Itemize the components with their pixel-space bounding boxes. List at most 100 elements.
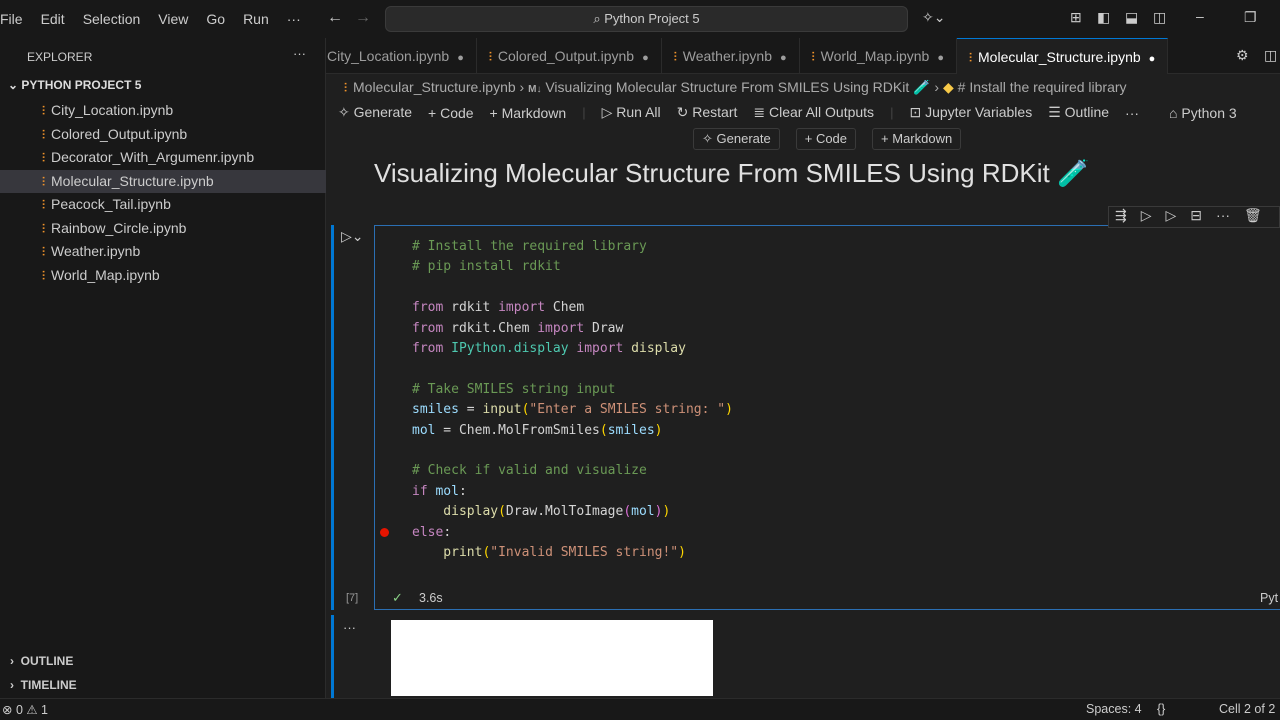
insert-markdown-button[interactable]: + Markdown (872, 128, 962, 150)
unsaved-dot-icon[interactable]: ● (642, 52, 649, 64)
menu-bar: File Edit Selection View Go Run ··· (0, 11, 310, 27)
markdown-heading[interactable]: Visualizing Molecular Structure From SMI… (374, 158, 1089, 189)
breadcrumb-cell[interactable]: # Install the required library (958, 79, 1127, 95)
menu-selection[interactable]: Selection (74, 11, 150, 27)
cell-language[interactable]: Pyt (1260, 591, 1278, 605)
code-token: from (412, 300, 444, 316)
menu-run[interactable]: Run (234, 11, 278, 27)
run-all-label: Run All (616, 104, 661, 120)
settings-gear-icon[interactable]: ⚙ (1236, 47, 1249, 64)
notebook-icon: ⫶ (673, 50, 677, 64)
indentation-indicator[interactable]: Spaces: 4 (1086, 702, 1142, 716)
split-editor-icon[interactable]: ◫ (1264, 47, 1277, 64)
file-name: World_Map.ipynb (51, 266, 160, 283)
tab-colored_output[interactable]: ⫶ Colored_Output.ipynb ● (477, 38, 662, 74)
timeline-section[interactable]: › TIMELINE (10, 678, 77, 692)
project-folder[interactable]: ⌄ PYTHON PROJECT 5 (8, 78, 141, 92)
file-item[interactable]: ⫶ Rainbow_Circle.ipynb (0, 217, 326, 240)
code-line: from rdkit import Chem (412, 298, 584, 318)
more-button[interactable]: ··· (1125, 105, 1139, 121)
add-markdown-button[interactable]: + Markdown (490, 105, 567, 121)
outline-section[interactable]: › OUTLINE (10, 654, 73, 668)
minimize-icon[interactable]: – (1196, 8, 1204, 24)
markdown-label: Markdown (501, 104, 567, 121)
forward-arrow-icon[interactable]: → (355, 9, 371, 27)
copilot-icon[interactable]: ✧⌄ (922, 9, 945, 26)
file-item[interactable]: ⫶ Weather.ipynb (0, 240, 326, 263)
file-item[interactable]: ⫶ City_Location.ipynb (0, 99, 326, 122)
more-actions-icon[interactable]: ··· (293, 46, 306, 61)
breadcrumb-heading[interactable]: Visualizing Molecular Structure From SMI… (545, 79, 930, 95)
code-token: ) (678, 545, 686, 560)
run-icon: ▷ (601, 104, 617, 120)
language-status-icon[interactable]: {} (1157, 702, 1165, 716)
tab-molecular_structure[interactable]: ⫶ Molecular_Structure.ipynb ● (957, 38, 1169, 74)
insert-generate-button[interactable]: ✧ Generate (693, 128, 780, 150)
code-line: # Install the required library (412, 237, 647, 257)
customize-layout-icon[interactable]: ⊞ (1070, 9, 1082, 26)
file-item[interactable]: ⫶ Colored_Output.ipynb (0, 123, 326, 146)
clear-all-icon: ≣ (753, 104, 769, 120)
add-code-button[interactable]: + Code (428, 105, 474, 121)
file-item[interactable]: ⫶ Decorator_With_Argumenr.ipynb (0, 146, 326, 169)
command-search[interactable]: ⌕ Python Project 5 (385, 6, 908, 32)
run-above-icon[interactable]: ⇶ (1115, 207, 1127, 227)
menu-edit[interactable]: Edit (32, 11, 74, 27)
split-cell-icon[interactable]: ⊟ (1190, 207, 1202, 227)
unsaved-dot-icon[interactable]: ● (1149, 53, 1156, 65)
clear-outputs-button[interactable]: ≣ Clear All Outputs (753, 104, 874, 121)
toggle-secondary-sidebar-icon[interactable]: ◫ (1153, 9, 1166, 26)
code-token: smiles (607, 422, 655, 438)
code-token: ) (725, 402, 733, 418)
run-cell-icon[interactable]: ▷⌄ (341, 228, 364, 245)
tab-weather[interactable]: ⫶ Weather.ipynb ● (662, 38, 800, 74)
unsaved-dot-icon[interactable]: ● (457, 52, 464, 64)
toggle-sidebar-icon[interactable]: ◧ (1097, 9, 1110, 26)
output-more-icon[interactable]: ··· (343, 620, 356, 635)
file-item[interactable]: ⫶ Peacock_Tail.ipynb (0, 193, 326, 216)
code-token: import (576, 341, 624, 356)
tab-city_location[interactable]: City_Location.ipynb ● (326, 38, 477, 74)
cell-indicator[interactable]: Cell 2 of 2 (1219, 702, 1275, 716)
code-line: if mol: (412, 482, 467, 502)
unsaved-dot-icon[interactable]: ● (780, 52, 787, 64)
clear-label: Clear All Outputs (769, 104, 875, 120)
menu-go[interactable]: Go (197, 11, 234, 27)
run-below-icon[interactable]: ▷ (1141, 207, 1152, 227)
divider: | (582, 105, 586, 120)
back-arrow-icon[interactable]: ← (327, 9, 343, 27)
more-icon[interactable]: ··· (1216, 207, 1230, 227)
tab-world_map[interactable]: ⫶ World_Map.ipynb ● (800, 38, 957, 74)
success-check-icon: ✓ (392, 590, 403, 605)
code-token: display (412, 504, 499, 520)
jupyter-variables-button[interactable]: ⊡ Jupyter Variables (909, 104, 1032, 121)
code-token: # Install the required library (412, 239, 647, 254)
code-token: ( (599, 422, 608, 438)
notebook-icon: ⫶ (42, 221, 46, 236)
code-line: smiles = input("Enter a SMILES string: "… (412, 400, 733, 420)
code-token: = (458, 402, 483, 418)
delete-icon[interactable]: 🗑 (1244, 207, 1262, 227)
kernel-picker[interactable]: ⌂ Python 3 (1169, 105, 1237, 121)
menu-more[interactable]: ··· (278, 11, 310, 27)
breakpoint-icon[interactable] (380, 528, 389, 537)
code-token: if (412, 483, 428, 499)
file-item[interactable]: ⫶ World_Map.ipynb (0, 264, 326, 287)
outline-button[interactable]: ☰ Outline (1048, 104, 1109, 121)
breadcrumb-file[interactable]: Molecular_Structure.ipynb (353, 79, 516, 95)
insert-code-button[interactable]: + Code (795, 128, 857, 150)
problems-indicator[interactable]: ⊗ 0 ⚠ 1 (2, 702, 48, 717)
toggle-panel-icon[interactable]: ⬓ (1125, 9, 1138, 26)
restore-icon[interactable]: ❐ (1244, 9, 1257, 26)
menu-view[interactable]: View (149, 11, 197, 27)
generate-button[interactable]: ✧ Generate (338, 104, 412, 121)
restart-button[interactable]: ↻ Restart (677, 104, 738, 121)
menu-file[interactable]: File (0, 11, 32, 27)
output-indicator (331, 615, 334, 698)
execute-icon[interactable]: ▷ (1166, 207, 1177, 227)
file-item[interactable]: ⫶ Molecular_Structure.ipynb (0, 169, 326, 193)
timeline-label: TIMELINE (20, 678, 77, 692)
code-token: # Take SMILES string input (412, 381, 616, 397)
unsaved-dot-icon[interactable]: ● (937, 52, 944, 64)
run-all-button[interactable]: ▷ Run All (602, 104, 661, 121)
